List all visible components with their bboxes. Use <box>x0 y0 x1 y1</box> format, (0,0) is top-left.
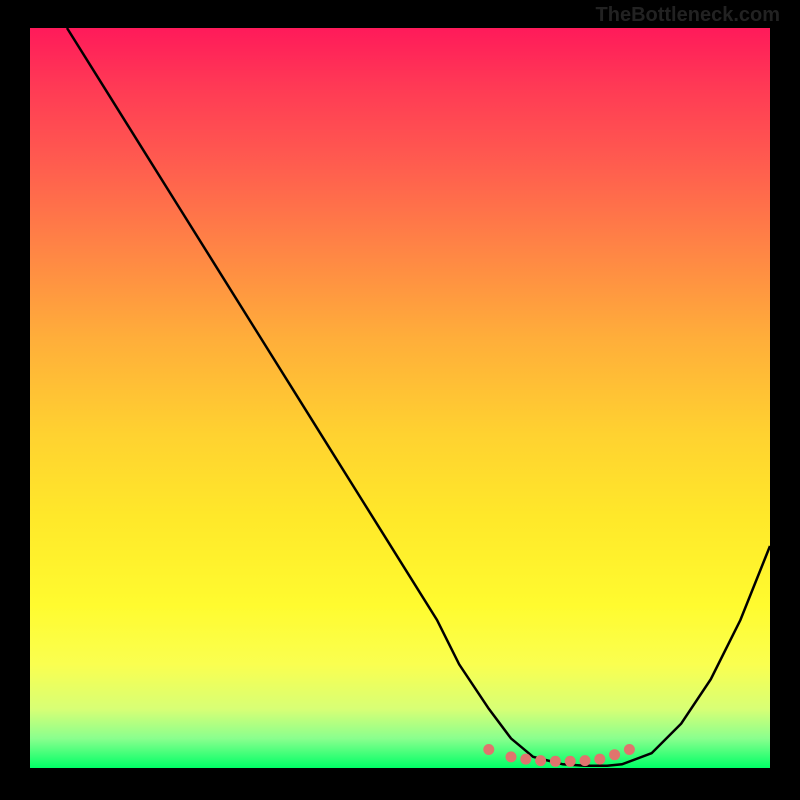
marker-point <box>609 749 620 760</box>
marker-point <box>594 754 605 765</box>
marker-point <box>580 755 591 766</box>
marker-point <box>506 751 517 762</box>
watermark-text: TheBottleneck.com <box>596 4 780 27</box>
marker-point <box>483 744 494 755</box>
main-curve-line <box>67 28 770 766</box>
chart-container: TheBottleneck.com <box>0 0 800 800</box>
marker-point <box>520 754 531 765</box>
marker-point <box>565 756 576 767</box>
curve-svg <box>30 28 770 768</box>
marker-point <box>535 755 546 766</box>
marker-point <box>550 756 561 767</box>
plot-area <box>30 28 770 768</box>
curve-markers <box>483 744 635 767</box>
marker-point <box>624 744 635 755</box>
